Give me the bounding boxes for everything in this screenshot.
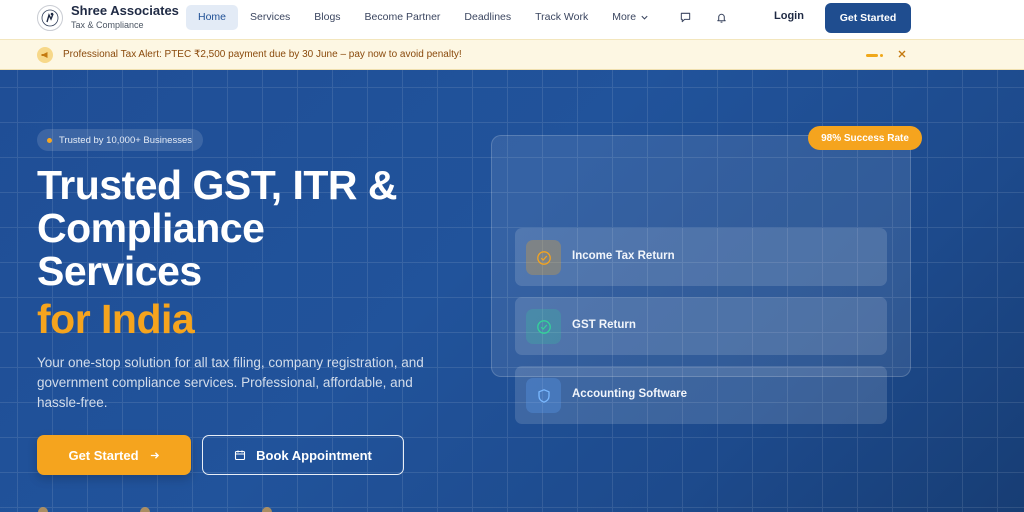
trust-badge: Trusted by 10,000+ Businesses — [37, 129, 203, 151]
close-icon[interactable] — [896, 48, 908, 60]
calendar-icon — [235, 450, 246, 461]
nav-more-dropdown[interactable]: More — [600, 5, 661, 30]
brand[interactable]: Shree Associates Tax & Compliance — [37, 4, 179, 31]
check-circle-icon — [526, 309, 561, 344]
service-label: Income Tax Return — [572, 250, 675, 262]
alert-carousel-dot[interactable] — [880, 54, 883, 57]
service-label: Accounting Software — [572, 388, 688, 400]
nav-track-work[interactable]: Track Work — [523, 5, 600, 30]
stat-hint-icon — [262, 507, 272, 512]
service-gst-return[interactable]: GST Return — [515, 297, 887, 355]
nav-home[interactable]: Home — [186, 5, 239, 30]
hero-title: Trusted GST, ITR & Compliance Services — [37, 164, 467, 293]
success-rate-badge: 98% Success Rate — [808, 126, 922, 150]
tax-alert-banner: Professional Tax Alert: PTEC ₹2,500 paym… — [0, 39, 1024, 70]
brand-logo-icon — [37, 4, 63, 31]
login-link[interactable]: Login — [774, 10, 804, 22]
nav-become-partner[interactable]: Become Partner — [353, 5, 453, 30]
book-appointment-button[interactable]: Book Appointment — [202, 435, 404, 475]
hero-description: Your one-stop solution for all tax filin… — [37, 355, 424, 410]
top-navbar: Shree Associates Tax & Compliance Home S… — [0, 0, 1024, 39]
check-circle-icon — [526, 240, 561, 275]
stat-hint-icon — [38, 507, 48, 512]
chevron-down-icon — [641, 15, 648, 20]
hero-title-accent: for India — [37, 296, 195, 342]
hero-title-line: Compliance — [37, 205, 265, 251]
nav-services[interactable]: Services — [238, 5, 302, 30]
get-started-button[interactable]: Get Started — [37, 435, 191, 475]
get-started-nav-button[interactable]: Get Started — [825, 3, 911, 33]
book-appointment-label: Book Appointment — [256, 447, 372, 463]
get-started-label: Get Started — [68, 447, 139, 463]
arrow-right-icon — [150, 451, 159, 459]
brand-name: Shree Associates — [71, 3, 179, 18]
service-label: GST Return — [572, 319, 636, 331]
hero-title-line: Services — [37, 248, 202, 294]
hero-title-line: Trusted GST, ITR & — [37, 162, 398, 208]
shield-icon — [526, 378, 561, 413]
brand-tagline: Tax & Compliance — [71, 20, 144, 30]
megaphone-icon — [37, 47, 53, 63]
nav-links: Home Services Blogs Become Partner Deadl… — [186, 5, 731, 30]
chat-icon[interactable] — [675, 8, 695, 28]
service-accounting-software[interactable]: Accounting Software — [515, 366, 887, 424]
alert-text: Professional Tax Alert: PTEC ₹2,500 paym… — [63, 49, 462, 60]
nav-more-label: More — [612, 11, 637, 23]
nav-deadlines[interactable]: Deadlines — [452, 5, 523, 30]
nav-blogs[interactable]: Blogs — [302, 5, 352, 30]
bell-icon[interactable] — [711, 8, 731, 28]
trust-badge-text: Trusted by 10,000+ Businesses — [59, 134, 192, 146]
alert-carousel-indicator[interactable] — [866, 54, 878, 57]
service-income-tax-return[interactable]: Income Tax Return — [515, 228, 887, 286]
trust-dot-icon — [47, 137, 52, 143]
stat-hint-icon — [140, 507, 150, 512]
